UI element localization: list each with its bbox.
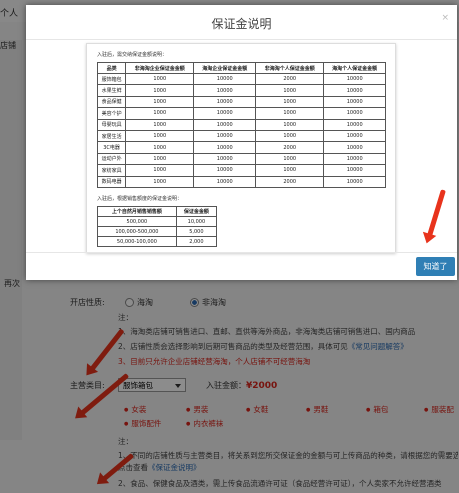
table-cell: 10000: [193, 141, 257, 154]
table-cell: 2000: [255, 72, 325, 86]
got-it-button[interactable]: 知道了: [416, 257, 455, 276]
table-cell: 母婴玩具: [96, 118, 127, 131]
table-row: 3C电器 1000 10000 2000 10000: [96, 141, 386, 154]
table-cell: 10000: [323, 141, 386, 154]
table-cell: 10000: [323, 95, 386, 109]
table-cell: 10000: [323, 72, 386, 86]
table-cell: 1000: [125, 141, 195, 154]
sales-deposit-table: 上个自然月销售销售额 保证金金额 500,000 10,000 100,000-50…: [97, 206, 218, 247]
table-row: 500,000 10,000: [97, 216, 218, 227]
table-cell: 10000: [193, 175, 257, 188]
modal-divider: [26, 39, 457, 40]
table-cell: 1000: [125, 175, 195, 188]
table-cell: 10000: [193, 84, 257, 97]
table-cell: 1000: [125, 164, 195, 177]
table-header: 海淘个人保证金金额: [323, 62, 386, 74]
table-row: 数码电器 1000 10000 2000 10000: [96, 175, 386, 188]
table-cell: 水果生鲜: [96, 84, 127, 97]
table-cell: 家纺家具: [96, 164, 127, 177]
table-header: 海淘企业保证金金额: [193, 62, 257, 74]
table-row: 服饰箱包 1000 10000 2000 10000: [96, 72, 386, 86]
table-cell: 数码电器: [96, 175, 127, 188]
table-cell: 10000: [323, 118, 386, 131]
table-cell: 10000: [323, 129, 386, 143]
table-header: 上个自然月销售销售额: [97, 206, 177, 217]
doc-caption-1: 入驻后，需交纳保证金额说明：: [97, 52, 168, 58]
table-cell: 服饰箱包: [96, 72, 127, 86]
table-cell: 2000: [255, 141, 325, 154]
table-cell: 3C电器: [96, 141, 127, 154]
table-cell: 1000: [125, 129, 195, 143]
table-cell: 10000: [323, 84, 386, 97]
table-cell: 1000: [255, 95, 325, 109]
table-cell: 100,000-500,000: [97, 226, 177, 237]
table-header: 非海淘企业保证金金额: [125, 62, 195, 74]
table-cell: 家居生活: [96, 129, 127, 143]
doc-caption-2: 入驻后，根据销售额度的保证金说明：: [97, 196, 183, 202]
table-cell: 10000: [323, 175, 386, 188]
deposit-info-modal: 保证金说明 × 入驻后，需交纳保证金额说明： 品类 非海淘企业保证金金额 海淘企…: [26, 5, 457, 280]
table-cell: 1000: [255, 107, 325, 120]
table-cell: 5,000: [175, 226, 218, 237]
table-cell: 10000: [323, 152, 386, 166]
table-row: 水果生鲜 1000 10000 1000 10000: [96, 84, 386, 97]
table-cell: 1000: [125, 118, 195, 131]
table-row: 食品保健 1000 10000 1000 10000: [96, 95, 386, 109]
modal-title: 保证金说明: [211, 17, 272, 31]
table-row: 运动户外 1000 10000 1000 10000: [96, 152, 386, 166]
table-cell: 10000: [193, 72, 257, 86]
table-row: 家居生活 1000 10000 1000 10000: [96, 129, 386, 143]
table-cell: 10000: [323, 107, 386, 120]
table-cell: 运动户外: [96, 152, 127, 166]
table-cell: 1000: [255, 152, 325, 166]
table-cell: 1000: [125, 152, 195, 166]
table-cell: 10,000: [175, 216, 218, 227]
deposit-document: 入驻后，需交纳保证金额说明： 品类 非海淘企业保证金金额 海淘企业保证金金额 非…: [86, 43, 396, 253]
table-cell: 10000: [193, 152, 257, 166]
table-cell: 食品保健: [96, 95, 127, 109]
table-header-row: 品类 非海淘企业保证金金额 海淘企业保证金金额 非海淘个人保证金金额 海淘个人保…: [96, 62, 386, 74]
table-cell: 10000: [193, 107, 257, 120]
table-row: 100,000-500,000 5,000: [97, 226, 218, 237]
table-cell: 1000: [255, 84, 325, 97]
table-cell: 1000: [125, 72, 195, 86]
table-header: 保证金金额: [175, 206, 218, 217]
table-header: 非海淘个人保证金金额: [255, 62, 325, 74]
table-cell: 50,000-100,000: [97, 236, 177, 247]
table-cell: 10000: [323, 164, 386, 177]
table-cell: 1000: [125, 84, 195, 97]
table-row: 家纺家具 1000 10000 1000 10000: [96, 164, 386, 177]
table-row: 母婴玩具 1000 10000 1000 10000: [96, 118, 386, 131]
table-row: 50,000-100,000 2,000: [97, 236, 218, 247]
table-cell: 10000: [193, 95, 257, 109]
table-cell: 10000: [193, 129, 257, 143]
deposit-table: 品类 非海淘企业保证金金额 海淘企业保证金金额 非海淘个人保证金金额 海淘个人保…: [96, 62, 386, 188]
table-cell: 2000: [255, 175, 325, 188]
table-cell: 500,000: [97, 216, 177, 227]
table-cell: 美容个护: [96, 107, 127, 120]
table-cell: 1000: [125, 95, 195, 109]
table-cell: 10000: [193, 164, 257, 177]
table-cell: 2,000: [175, 236, 218, 247]
table-cell: 10000: [193, 118, 257, 131]
table-row: 美容个护 1000 10000 1000 10000: [96, 107, 386, 120]
table-header: 品类: [96, 62, 127, 74]
close-icon[interactable]: ×: [441, 13, 449, 23]
table-cell: 1000: [255, 129, 325, 143]
table-cell: 1000: [255, 118, 325, 131]
modal-footer-divider: [26, 252, 457, 253]
table-cell: 1000: [255, 164, 325, 177]
table-cell: 1000: [125, 107, 195, 120]
table-header-row: 上个自然月销售销售额 保证金金额: [97, 206, 218, 217]
